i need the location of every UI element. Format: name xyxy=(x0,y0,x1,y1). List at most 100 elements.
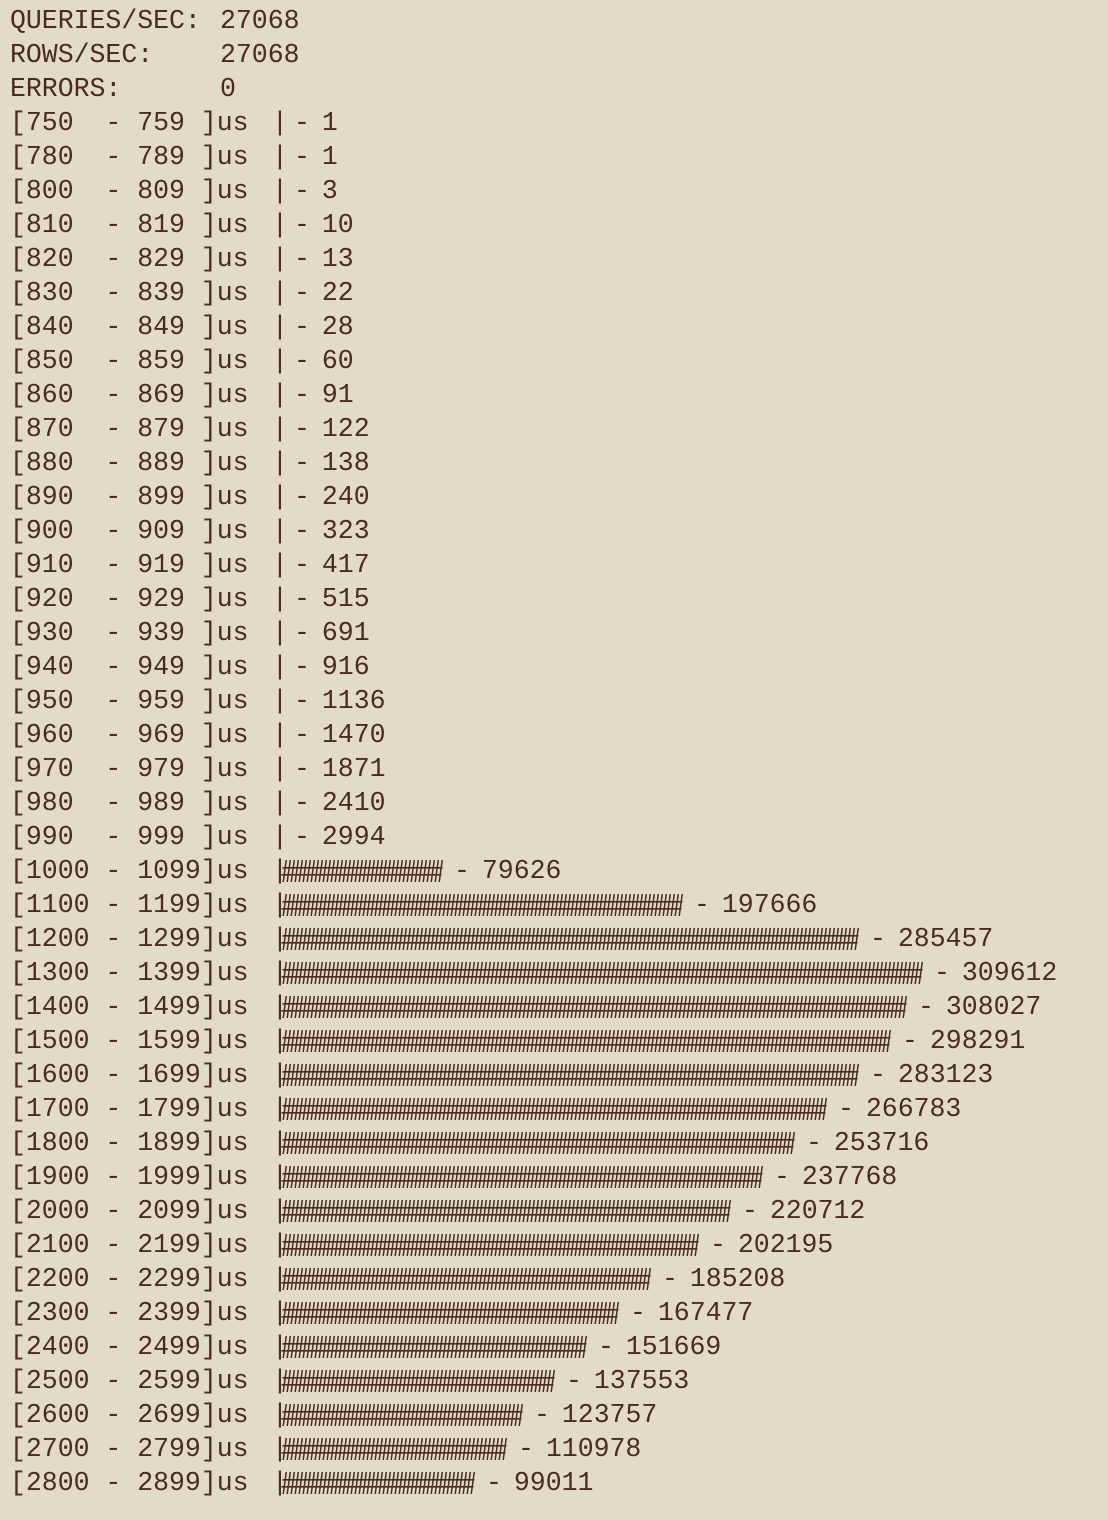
dash: - xyxy=(534,1400,550,1430)
separator: | xyxy=(272,992,288,1022)
histogram-row: [2800 - 2899]us | -99011 xyxy=(10,1466,1102,1500)
histogram-bar xyxy=(280,894,684,916)
separator: | xyxy=(272,720,288,750)
dash: - xyxy=(294,176,310,206)
bucket-range: [980 - 989 ]us xyxy=(10,788,249,818)
dash: - xyxy=(294,550,310,580)
separator: | xyxy=(272,380,288,410)
bucket-range: [880 - 889 ]us xyxy=(10,448,249,478)
bucket-count: 151669 xyxy=(625,1332,722,1362)
bucket-range: [990 - 999 ]us xyxy=(10,822,249,852)
bucket-count: 60 xyxy=(321,346,354,376)
histogram-row: [960 - 969 ]us | -1470 xyxy=(10,718,1102,752)
bucket-count: 323 xyxy=(321,516,370,546)
dash: - xyxy=(294,822,310,852)
dash: - xyxy=(870,1060,886,1090)
stat-label: QUERIES/SEC: xyxy=(10,6,201,36)
bucket-count: 515 xyxy=(321,584,370,614)
histogram-bar xyxy=(280,1098,828,1120)
separator: | xyxy=(272,278,288,308)
bucket-count: 3 xyxy=(321,176,338,206)
separator: | xyxy=(272,244,288,274)
bucket-count: 691 xyxy=(321,618,370,648)
histogram-row: [990 - 999 ]us | -2994 xyxy=(10,820,1102,854)
histogram-bar xyxy=(280,1404,524,1426)
bucket-range: [850 - 859 ]us xyxy=(10,346,249,376)
bucket-count: 916 xyxy=(321,652,370,682)
bucket-count: 1470 xyxy=(321,720,386,750)
bucket-count: 91 xyxy=(321,380,354,410)
histogram-row: [2400 - 2499]us | -151669 xyxy=(10,1330,1102,1364)
bucket-count: 197666 xyxy=(721,890,818,920)
histogram-row: [1400 - 1499]us | -308027 xyxy=(10,990,1102,1024)
bucket-count: 266783 xyxy=(865,1094,962,1124)
bucket-count: 1136 xyxy=(321,686,386,716)
bucket-range: [800 - 809 ]us xyxy=(10,176,249,206)
separator: | xyxy=(272,890,288,920)
bucket-count: 99011 xyxy=(513,1468,594,1498)
bucket-count: 283123 xyxy=(897,1060,994,1090)
histogram-bar xyxy=(280,1200,732,1222)
bucket-range: [2200 - 2299]us xyxy=(10,1264,249,1294)
histogram-bar xyxy=(280,1302,620,1324)
bucket-range: [940 - 949 ]us xyxy=(10,652,249,682)
bucket-range: [2300 - 2399]us xyxy=(10,1298,249,1328)
dash: - xyxy=(598,1332,614,1362)
separator: | xyxy=(272,1332,288,1362)
dash: - xyxy=(294,584,310,614)
separator: | xyxy=(272,686,288,716)
histogram-row: [750 - 759 ]us | -1 xyxy=(10,106,1102,140)
terminal-output: QUERIES/SEC: 27068 ROWS/SEC: 27068 ERROR… xyxy=(10,4,1102,1500)
dash: - xyxy=(838,1094,854,1124)
bucket-range: [1900 - 1999]us xyxy=(10,1162,249,1192)
stat-value: 27068 xyxy=(220,40,300,70)
dash: - xyxy=(294,686,310,716)
histogram-row: [810 - 819 ]us | -10 xyxy=(10,208,1102,242)
separator: | xyxy=(272,1264,288,1294)
dash: - xyxy=(294,788,310,818)
histogram-bar xyxy=(280,1064,860,1086)
separator: | xyxy=(272,1094,288,1124)
bucket-count: 1 xyxy=(321,108,338,138)
separator: | xyxy=(272,822,288,852)
bucket-count: 308027 xyxy=(945,992,1042,1022)
bucket-range: [2100 - 2199]us xyxy=(10,1230,249,1260)
bucket-range: [930 - 939 ]us xyxy=(10,618,249,648)
dash: - xyxy=(294,516,310,546)
latency-histogram: [750 - 759 ]us | -1 [780 - 789 ]us | -1 [800 -… xyxy=(10,106,1102,1500)
histogram-bar xyxy=(280,962,924,984)
dash: - xyxy=(710,1230,726,1260)
histogram-row: [2500 - 2599]us | -137553 xyxy=(10,1364,1102,1398)
histogram-row: [780 - 789 ]us | -1 xyxy=(10,140,1102,174)
dash: - xyxy=(294,448,310,478)
histogram-row: [910 - 919 ]us | -417 xyxy=(10,548,1102,582)
bucket-range: [780 - 789 ]us xyxy=(10,142,249,172)
histogram-row: [820 - 829 ]us | -13 xyxy=(10,242,1102,276)
bucket-range: [1700 - 1799]us xyxy=(10,1094,249,1124)
stat-label: ROWS/SEC: xyxy=(10,40,154,70)
histogram-bar xyxy=(280,1234,700,1256)
separator: | xyxy=(272,856,288,886)
histogram-row: [890 - 899 ]us | -240 xyxy=(10,480,1102,514)
dash: - xyxy=(294,414,310,444)
separator: | xyxy=(272,1230,288,1260)
bucket-range: [1200 - 1299]us xyxy=(10,924,249,954)
bucket-count: 417 xyxy=(321,550,370,580)
stat-queries-per-sec: QUERIES/SEC: 27068 xyxy=(10,4,1102,38)
bucket-count: 202195 xyxy=(737,1230,834,1260)
histogram-row: [860 - 869 ]us | -91 xyxy=(10,378,1102,412)
histogram-row: [1300 - 1399]us | -309612 xyxy=(10,956,1102,990)
bucket-count: 253716 xyxy=(833,1128,930,1158)
dash: - xyxy=(934,958,950,988)
histogram-bar xyxy=(280,1370,556,1392)
dash: - xyxy=(566,1366,582,1396)
bucket-range: [960 - 969 ]us xyxy=(10,720,249,750)
dash: - xyxy=(774,1162,790,1192)
histogram-row: [1100 - 1199]us | -197666 xyxy=(10,888,1102,922)
separator: | xyxy=(272,142,288,172)
bucket-range: [2000 - 2099]us xyxy=(10,1196,249,1226)
dash: - xyxy=(294,210,310,240)
histogram-bar xyxy=(280,1438,508,1460)
separator: | xyxy=(272,210,288,240)
dash: - xyxy=(806,1128,822,1158)
